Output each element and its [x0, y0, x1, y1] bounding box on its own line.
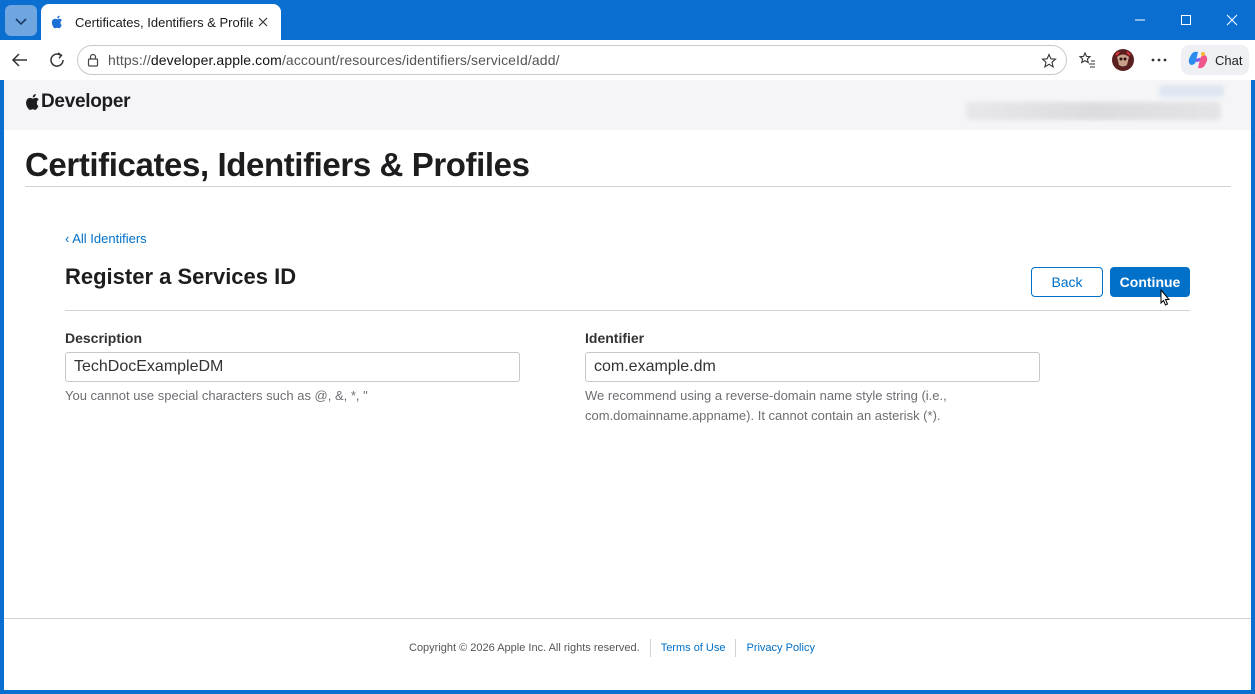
footer-separator	[735, 639, 737, 657]
back-nav-button[interactable]	[4, 44, 36, 76]
privacy-policy-link[interactable]: Privacy Policy	[746, 642, 814, 654]
footer: Copyright © 2026 Apple Inc. All rights r…	[409, 639, 815, 657]
developer-logo[interactable]: Developer	[25, 91, 130, 113]
title-bar: Certificates, Identifiers & Profiles -	[0, 0, 1255, 40]
redacted-account-name	[966, 102, 1221, 120]
developer-header: Developer	[4, 80, 1251, 130]
add-favorite-button[interactable]	[1038, 50, 1060, 72]
description-help: You cannot use special characters such a…	[65, 388, 368, 403]
identifier-help: We recommend using a reverse-domain name…	[585, 386, 1045, 426]
copilot-icon	[1188, 51, 1208, 69]
identifier-help-line: com.domainname.appname). It cannot conta…	[585, 408, 941, 423]
browser-window: Certificates, Identifiers & Profiles - h…	[0, 0, 1255, 694]
all-identifiers-link[interactable]: ‹ All Identifiers	[65, 231, 147, 246]
divider	[25, 186, 1231, 187]
favorites-list-icon	[1078, 51, 1095, 68]
apple-favicon-icon	[49, 14, 65, 30]
arrow-left-icon	[11, 53, 27, 67]
footer-divider	[4, 618, 1251, 619]
refresh-icon	[50, 52, 64, 67]
identifier-field[interactable]: com.example.dm	[585, 352, 1040, 382]
web-page: Developer Certificates, Identifiers & Pr…	[4, 80, 1251, 690]
browser-tab-active[interactable]: Certificates, Identifiers & Profiles -	[41, 4, 281, 40]
divider	[65, 310, 1190, 311]
extension-icon	[1112, 49, 1134, 71]
window-controls	[1117, 0, 1255, 40]
tab-actions-button[interactable]	[5, 5, 37, 36]
description-label: Description	[65, 330, 143, 346]
close-window-button[interactable]	[1209, 0, 1255, 40]
minimize-button[interactable]	[1117, 0, 1163, 40]
apple-logo-icon	[26, 94, 39, 110]
favorites-button[interactable]	[1073, 46, 1101, 74]
extension-button[interactable]	[1109, 46, 1137, 74]
maximize-icon	[1181, 15, 1191, 25]
chat-label: Chat	[1215, 52, 1243, 68]
back-button[interactable]: Back	[1031, 267, 1103, 297]
url-text: https://developer.apple.com/account/reso…	[108, 52, 560, 68]
copyright-text: Copyright © 2026 Apple Inc. All rights r…	[409, 642, 640, 654]
terms-of-use-link[interactable]: Terms of Use	[661, 642, 726, 654]
developer-logo-text: Developer	[41, 91, 131, 112]
lock-icon	[87, 53, 99, 67]
close-icon	[1226, 14, 1238, 26]
browser-toolbar: https://developer.apple.com/account/reso…	[0, 40, 1255, 80]
tab-title: Certificates, Identifiers & Profiles -	[75, 14, 253, 30]
maximize-button[interactable]	[1163, 0, 1209, 40]
description-field[interactable]: TechDocExampleDM	[65, 352, 520, 382]
redacted-account-link	[1159, 85, 1224, 97]
more-dots-icon	[1151, 58, 1167, 62]
chevron-down-icon	[15, 17, 27, 25]
more-menu-button[interactable]	[1145, 46, 1173, 74]
address-bar[interactable]: https://developer.apple.com/account/reso…	[77, 45, 1067, 75]
close-tab-icon[interactable]	[253, 12, 273, 32]
identifier-help-line: We recommend using a reverse-domain name…	[585, 388, 947, 403]
page-title: Certificates, Identifiers & Profiles	[25, 146, 530, 183]
footer-separator	[649, 639, 651, 657]
section-title: Register a Services ID	[65, 264, 297, 289]
refresh-button[interactable]	[41, 44, 73, 76]
copilot-chat-button[interactable]: Chat	[1181, 45, 1249, 75]
continue-button[interactable]: Continue	[1110, 267, 1190, 297]
minimize-icon	[1135, 19, 1145, 21]
identifier-label: Identifier	[585, 330, 645, 346]
star-icon	[1041, 53, 1057, 68]
